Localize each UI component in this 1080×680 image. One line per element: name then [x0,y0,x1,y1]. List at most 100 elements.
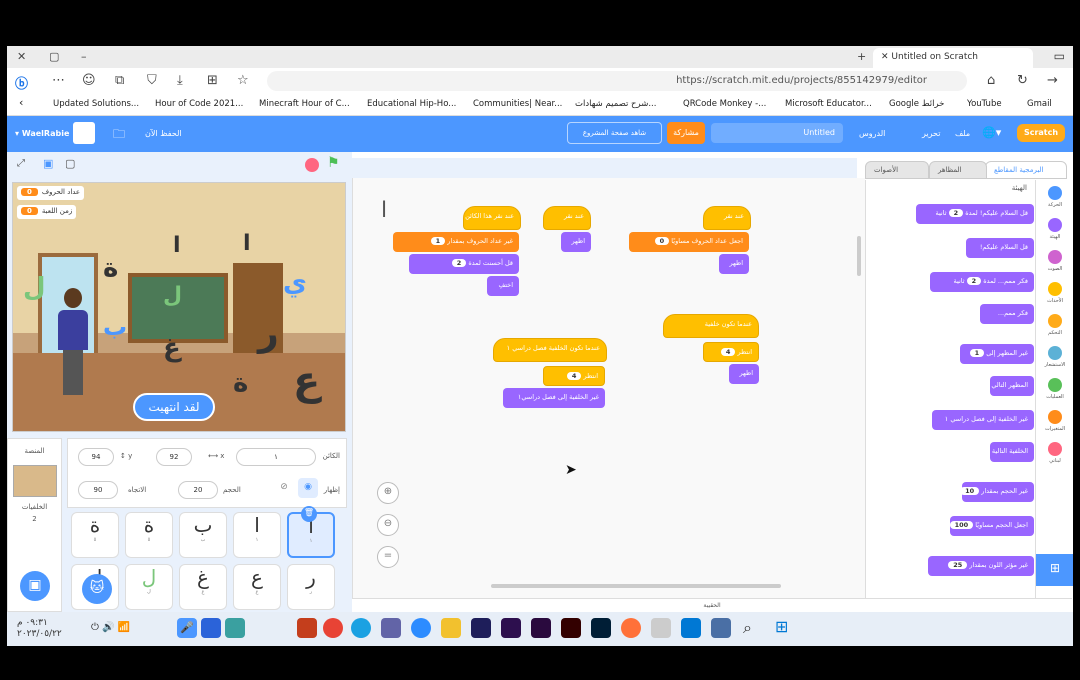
letter-sprite[interactable]: ل [23,273,46,303]
large-stage-icon[interactable]: ▢ [65,157,75,170]
tab-code[interactable]: البرمجية المقاطع [985,161,1067,179]
collections-icon[interactable]: ⊞ [207,73,218,88]
stage-selector[interactable]: المنصة الخلفيات 2 ▣ [7,438,62,612]
size-input[interactable]: 20 [178,481,218,499]
show-block-3[interactable]: اظهر [729,364,759,384]
browser-tab[interactable]: ✕ Untitled on Scratch [873,48,1033,68]
snipping-tool-icon[interactable] [651,618,671,638]
show-block-2[interactable]: اظهر [719,254,749,274]
letter-sprite[interactable]: ا [173,233,181,258]
category-variables[interactable]: المتغيرات [1036,410,1073,432]
show-block[interactable]: اظهر [561,232,591,252]
edit-menu[interactable]: تحرير [922,129,940,138]
share-button[interactable]: مشاركة [667,122,705,144]
zoom-out-button[interactable]: ⊖ [377,514,399,536]
file-explorer-icon[interactable] [441,618,461,638]
window-icon[interactable]: ▭ [1054,49,1065,63]
tab-sounds[interactable]: الأصوات [865,161,929,179]
fullscreen-icon[interactable]: ⤢ [17,158,25,169]
sprite-tile[interactable]: ا١ [233,512,281,558]
edge-icon[interactable] [351,618,371,638]
palette-say[interactable]: قل السلام عليكم! [966,238,1034,258]
tabs-icon[interactable]: ⧉ [115,73,124,88]
bookmark-4[interactable]: Educational Hip-Ho... [367,99,456,109]
letter-sprite[interactable]: غ [163,333,181,363]
save-now-link[interactable]: الحفظ الآن [145,129,182,138]
bookmark-10[interactable]: YouTube [967,99,1002,109]
palette-change-size[interactable]: غير الحجم بمقدار 10 [960,482,1034,502]
refresh-icon[interactable]: ↻ [1017,73,1028,88]
category-motion[interactable]: الحركة [1036,186,1073,208]
category-looks[interactable]: الهيئة [1036,218,1073,240]
set-variable-block[interactable]: اجعل عداد الحروف مساويًا 0 [629,232,749,252]
sprite-tile[interactable]: عع [233,564,281,610]
bookmark-9[interactable]: Google خرائط [889,99,944,109]
when-flag-clicked-block[interactable]: عند نقر [543,206,591,230]
home-icon[interactable]: ⌂ [987,73,995,88]
game-time-monitor[interactable]: 0 زمن اللعبة [17,205,77,219]
restore-window-icon[interactable]: ▢ [49,50,59,63]
bluetooth-icon[interactable] [201,618,221,638]
bookmark-7[interactable]: QRCode Monkey -... [683,99,766,109]
wait-block[interactable]: انتظر 4 [543,366,605,386]
account-menu[interactable]: ▾ WaelRabie [15,129,69,138]
letter-sprite[interactable]: ي [283,268,307,298]
stop-icon[interactable] [305,158,319,172]
security-icon[interactable]: ⛉ [147,73,157,88]
powerpoint-icon[interactable] [297,618,317,638]
app-icon[interactable] [225,618,245,638]
add-extension-button[interactable]: ⊞ [1036,554,1073,586]
code-workspace[interactable]: ا عند نقر هذا الكائن غير عداد الحروف بمق… [352,178,865,598]
media-encoder-icon[interactable] [471,618,491,638]
horizontal-scrollbar[interactable] [491,584,781,588]
letter-sprite[interactable]: ة [103,253,118,283]
sprite-tile[interactable]: بب [179,512,227,558]
when-backdrop-switches-block-2[interactable]: عندما تكون خلفية [663,314,759,338]
favorites-icon[interactable]: ☆ [237,73,249,88]
sprite-tile[interactable]: لل [125,564,173,610]
letter-sprite[interactable]: ع [293,358,320,404]
letter-counter-monitor[interactable]: 0 عداد الحروف [17,186,85,200]
chrome-icon[interactable] [323,618,343,638]
globe-icon[interactable]: 🌐▾ [982,126,1001,139]
category-my-blocks[interactable]: لبناتي [1036,442,1073,464]
palette-think-for-secs[interactable]: فكر ممم... لمدة 2 ثانية [930,272,1034,292]
sprite-tile[interactable]: غغ [179,564,227,610]
search-icon[interactable]: ⌕ [743,618,752,638]
see-project-button[interactable]: شاهد صفحة المشروع [567,122,662,144]
category-operators[interactable]: العمليات [1036,378,1073,400]
bookmark-6[interactable]: شرح تصميم شهادات... [575,99,656,109]
palette-think[interactable]: فكر ممم... [980,304,1034,324]
x-input[interactable]: 92 [156,448,192,466]
mail-icon[interactable] [681,618,701,638]
letter-sprite[interactable]: ل [163,283,182,308]
when-flag-clicked-block-2[interactable]: عند نقر [703,206,751,230]
tutorials-link[interactable]: الدروس [859,129,885,138]
palette-switch-costume[interactable]: غير المظهر إلى 1 [960,344,1034,364]
small-stage-icon[interactable]: ▣ [43,157,53,170]
microphone-icon[interactable]: 🎤 [177,618,197,638]
wait-block-2[interactable]: انتظر 4 [703,342,759,362]
scratch-logo[interactable]: Scratch [1017,124,1065,142]
system-tray-icons[interactable]: ⏻ 🔊 📶 [91,622,130,633]
backpack-bar[interactable]: الحقيبة [352,598,1072,612]
illustrator-icon[interactable] [561,618,581,638]
firefox-icon[interactable] [621,618,641,638]
stage-canvas[interactable]: 0 عداد الحروف 0 زمن اللعبة ا ا ة ل ل ب غ ر… [12,182,346,432]
green-flag-icon[interactable]: ⚑ [327,155,340,171]
choose-sprite-button[interactable]: 🐱 [82,574,112,604]
new-tab-icon[interactable]: + [857,50,866,63]
project-title-input[interactable]: Untitled [711,123,843,143]
choose-backdrop-button[interactable]: ▣ [20,571,50,601]
minimize-window-icon[interactable]: – [81,50,87,63]
when-backdrop-switches-block[interactable]: عندما تكون الخلفية فصل دراسي ١ [493,338,607,362]
photoshop-icon[interactable] [591,618,611,638]
forward-icon[interactable]: → [1047,73,1058,88]
bookmark-8[interactable]: Microsoft Educator... [785,99,872,109]
premiere-icon[interactable] [531,618,551,638]
when-sprite-clicked-block[interactable]: عند نقر هذا الكائن [463,206,521,230]
vertical-scrollbar[interactable] [857,236,861,276]
zoom-icon[interactable] [411,618,431,638]
palette-say-for-secs[interactable]: قل السلام عليكم! لمدة 2 ثانية [916,204,1034,224]
palette-switch-backdrop[interactable]: غير الخلفية إلى فصل دراسي ١ [932,410,1034,430]
